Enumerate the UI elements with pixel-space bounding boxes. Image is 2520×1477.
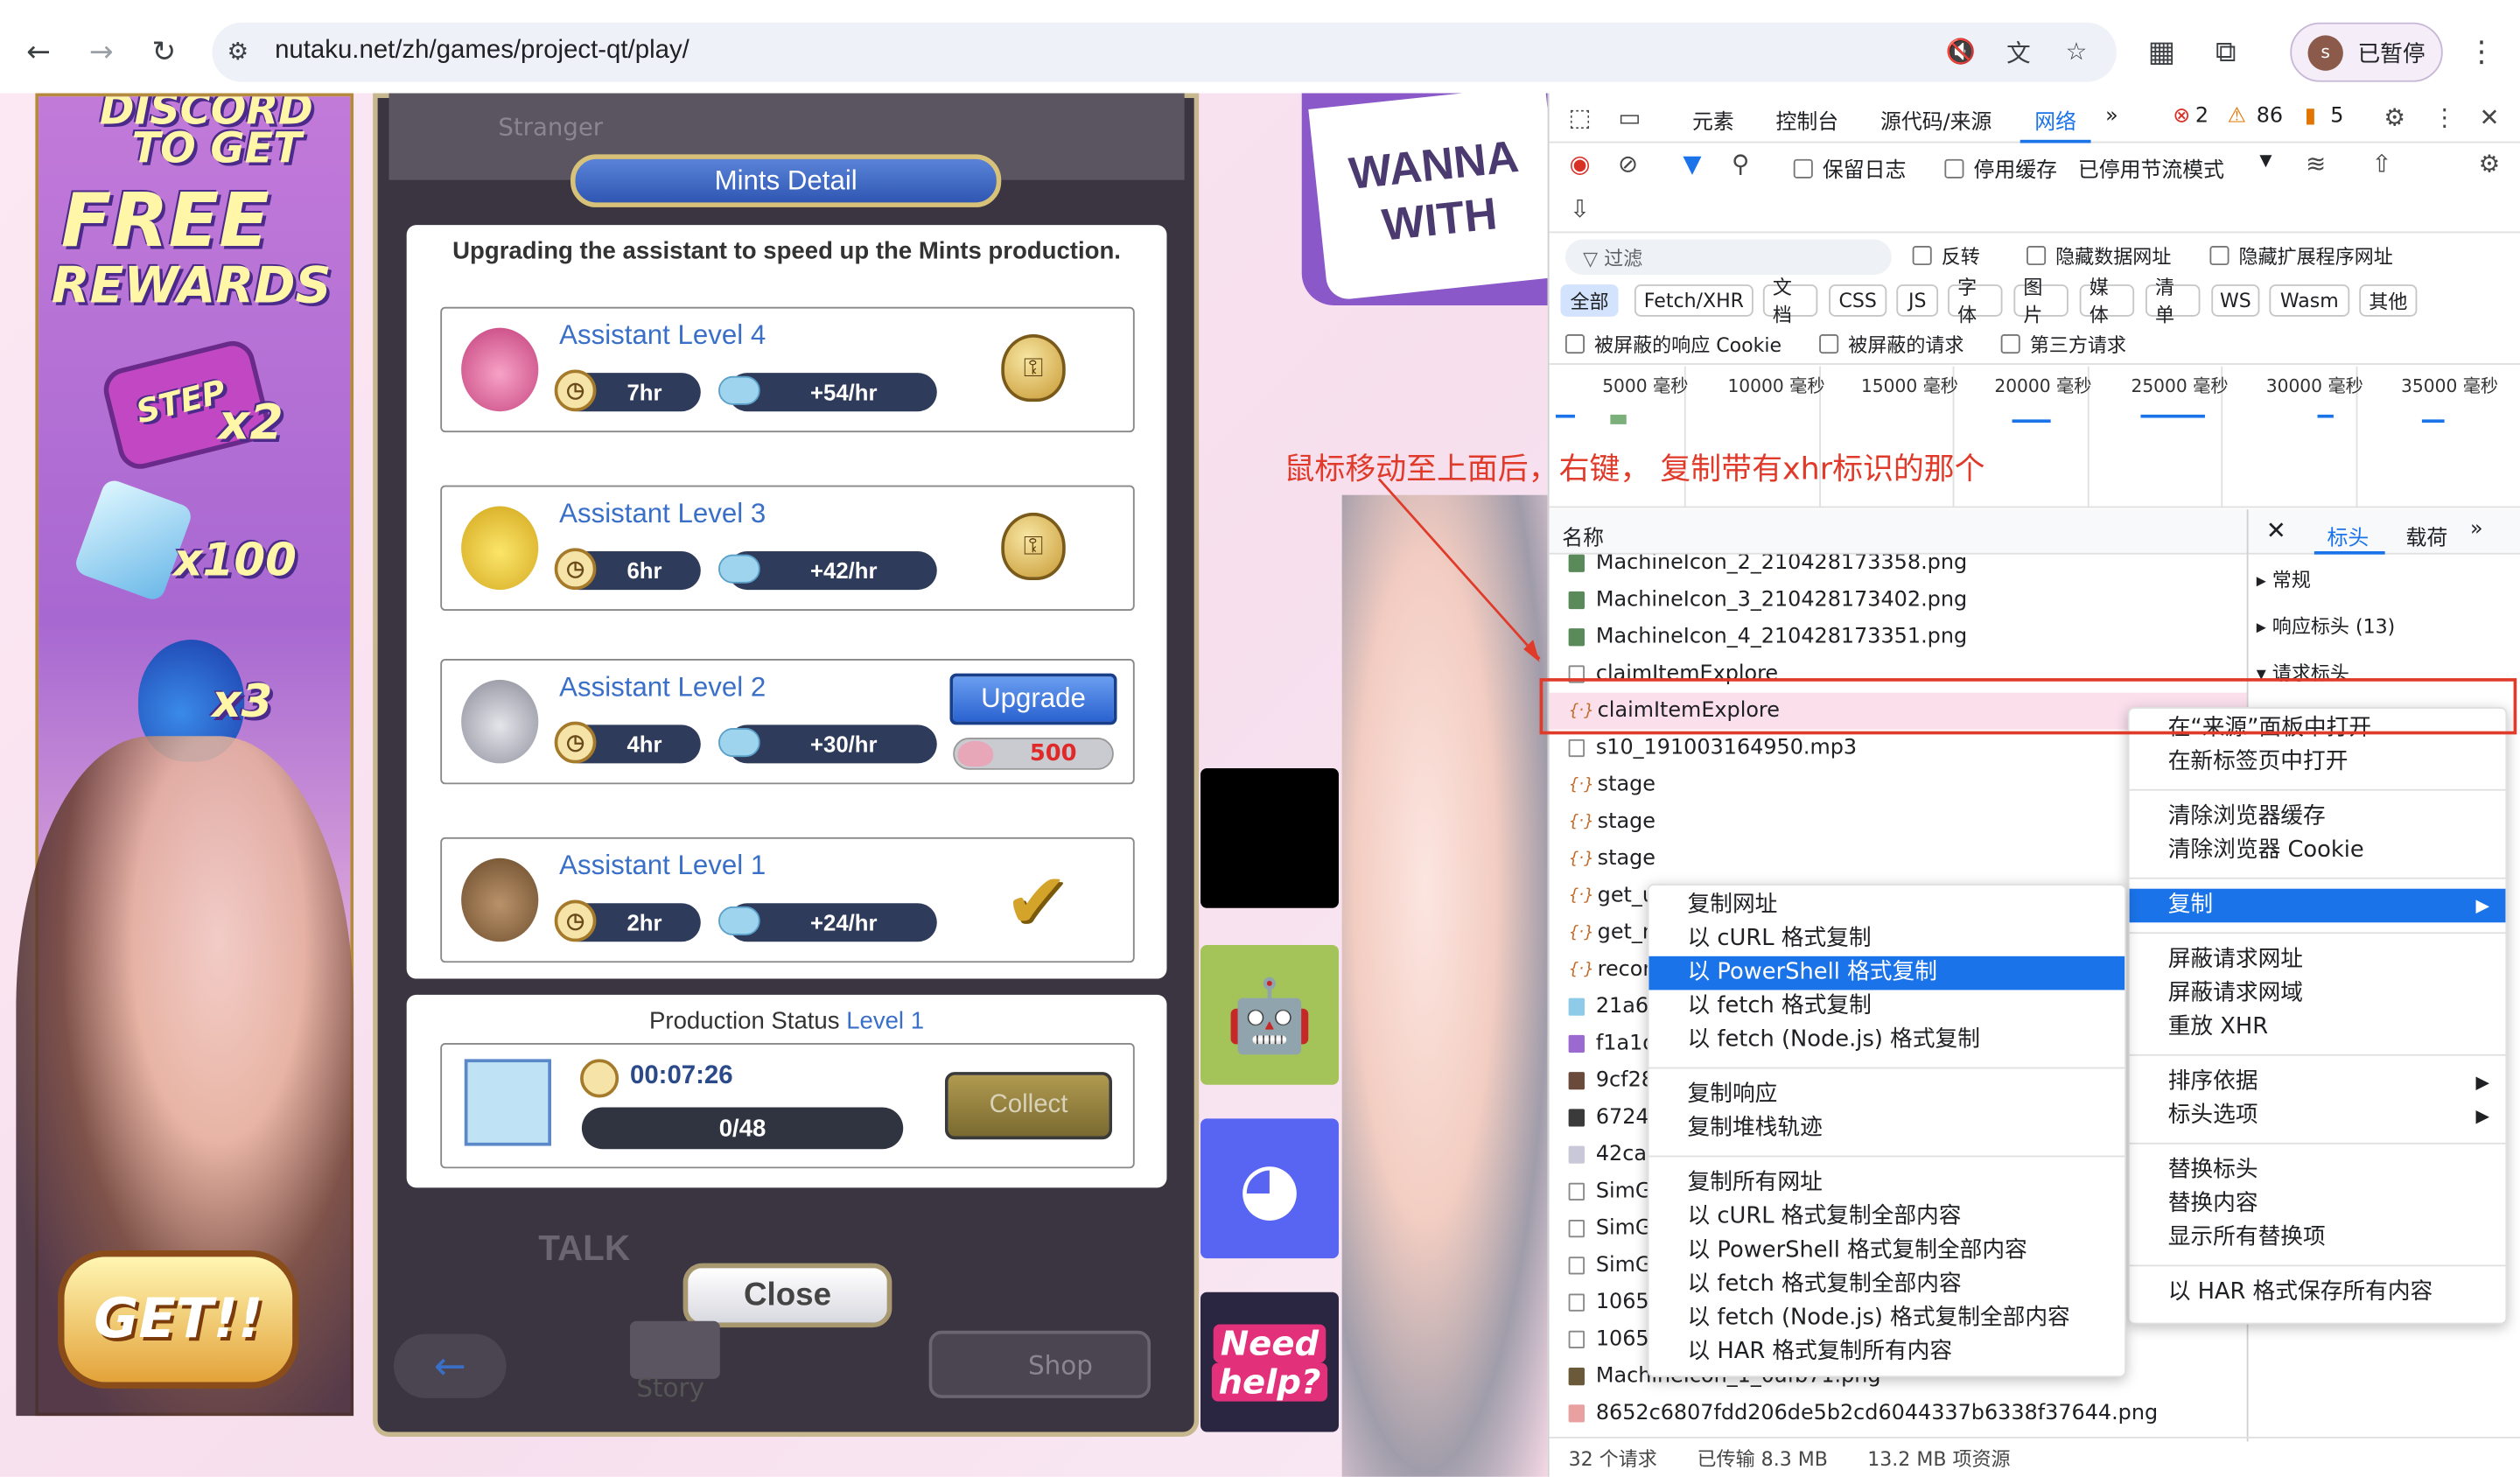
annotation-arrow bbox=[1377, 478, 1541, 662]
screenshot-root: ← → ↻ ⚙ nutaku.net/zh/games/project-qt/p… bbox=[0, 0, 2520, 1477]
annotation-note: 鼠标移动至上面后，右键， 复制带有xhr标识的那个 bbox=[1284, 452, 1985, 487]
annotation-arrow-line bbox=[1377, 478, 1541, 660]
